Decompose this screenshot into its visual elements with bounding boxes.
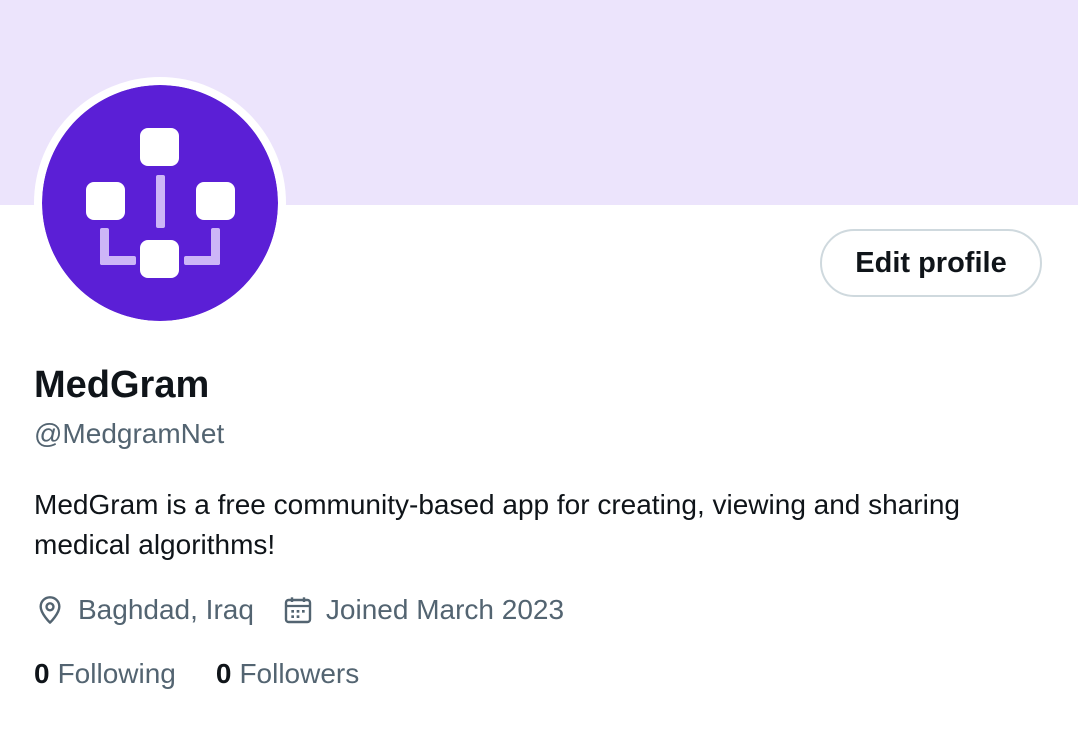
followers-link[interactable]: 0 Followers: [216, 658, 359, 690]
following-count: 0: [34, 658, 50, 689]
edit-profile-button[interactable]: Edit profile: [820, 229, 1042, 297]
avatar-frame[interactable]: [34, 77, 286, 329]
follow-stats: 0 Following 0 Followers: [34, 654, 399, 694]
location-item: Baghdad, Iraq: [34, 594, 254, 626]
joined-text: Joined March 2023: [325, 594, 565, 625]
followers-label: Followers: [239, 658, 360, 689]
profile-meta: Baghdad, Iraq Joined March 2023: [34, 590, 592, 630]
following-label: Following: [57, 658, 176, 689]
user-handle: @MedgramNet: [34, 418, 225, 449]
profile-bio: MedGram is a free community-based app fo…: [34, 489, 960, 560]
flowchart-logo-icon: [42, 85, 278, 321]
location-text: Baghdad, Iraq: [78, 594, 254, 625]
location-pin-icon: [39, 596, 61, 624]
followers-count: 0: [215, 658, 232, 689]
display-name: MedGram: [34, 364, 210, 406]
profile-header: Edit profile MedGram @MedgramNet MedGram…: [0, 0, 1078, 752]
avatar[interactable]: [42, 85, 278, 321]
calendar-icon: [284, 597, 312, 624]
joined-item: Joined March 2023: [282, 594, 564, 626]
following-link[interactable]: 0 Following: [34, 658, 176, 690]
